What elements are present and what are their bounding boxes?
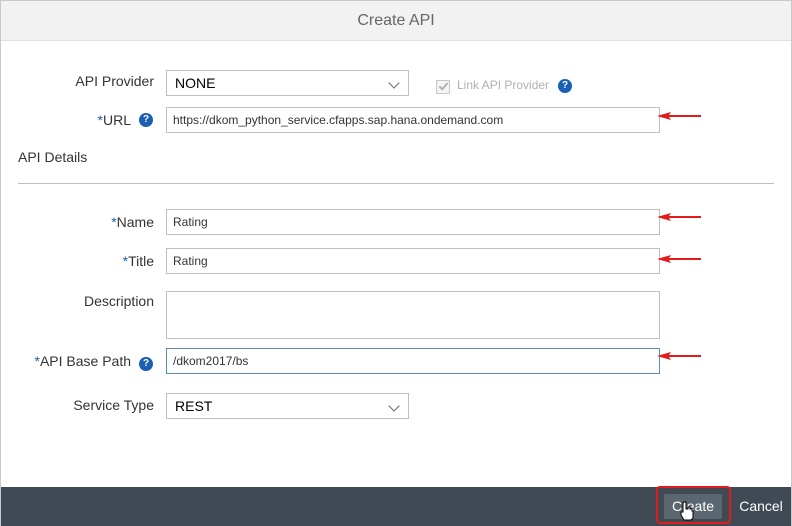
api-details-heading: API Details	[18, 149, 88, 165]
chevron-down-icon	[388, 400, 400, 412]
annotation-arrow-icon	[657, 112, 701, 120]
dialog-title: Create API	[1, 1, 791, 41]
section-divider	[18, 183, 774, 184]
description-textarea[interactable]	[166, 291, 660, 339]
help-icon[interactable]: ?	[558, 79, 572, 93]
link-api-provider-label: Link API Provider	[457, 78, 550, 92]
api-base-path-label: *API Base Path	[34, 353, 131, 369]
help-icon[interactable]: ?	[139, 357, 153, 371]
create-api-dialog: Create API API Provider NONE Link API Pr…	[0, 0, 792, 526]
title-label: *Title	[122, 253, 154, 269]
service-type-value: REST	[175, 398, 213, 414]
annotation-arrow-icon	[657, 352, 701, 360]
help-icon[interactable]: ?	[139, 113, 153, 127]
checkmark-icon	[438, 80, 449, 91]
hand-cursor-icon	[680, 501, 694, 521]
description-label: Description	[83, 293, 154, 309]
link-api-provider-checkbox[interactable]	[436, 80, 450, 94]
annotation-arrow-icon	[657, 213, 701, 221]
chevron-down-icon	[388, 77, 400, 89]
api-base-path-input[interactable]: /dkom2017/bs	[166, 348, 660, 374]
api-provider-select[interactable]: NONE	[166, 70, 409, 96]
title-input[interactable]: Rating	[166, 248, 660, 274]
annotation-arrow-icon	[657, 255, 701, 263]
url-input[interactable]: https://dkom_python_service.cfapps.sap.h…	[166, 107, 660, 133]
service-type-label: Service Type	[73, 397, 154, 413]
name-input[interactable]: Rating	[166, 209, 660, 235]
cancel-button[interactable]: Cancel	[734, 494, 788, 519]
api-provider-value: NONE	[175, 75, 216, 91]
url-label: *URL	[97, 112, 131, 128]
service-type-select[interactable]: REST	[166, 393, 409, 419]
name-label: *Name	[111, 214, 154, 230]
api-provider-label: API Provider	[75, 73, 154, 89]
